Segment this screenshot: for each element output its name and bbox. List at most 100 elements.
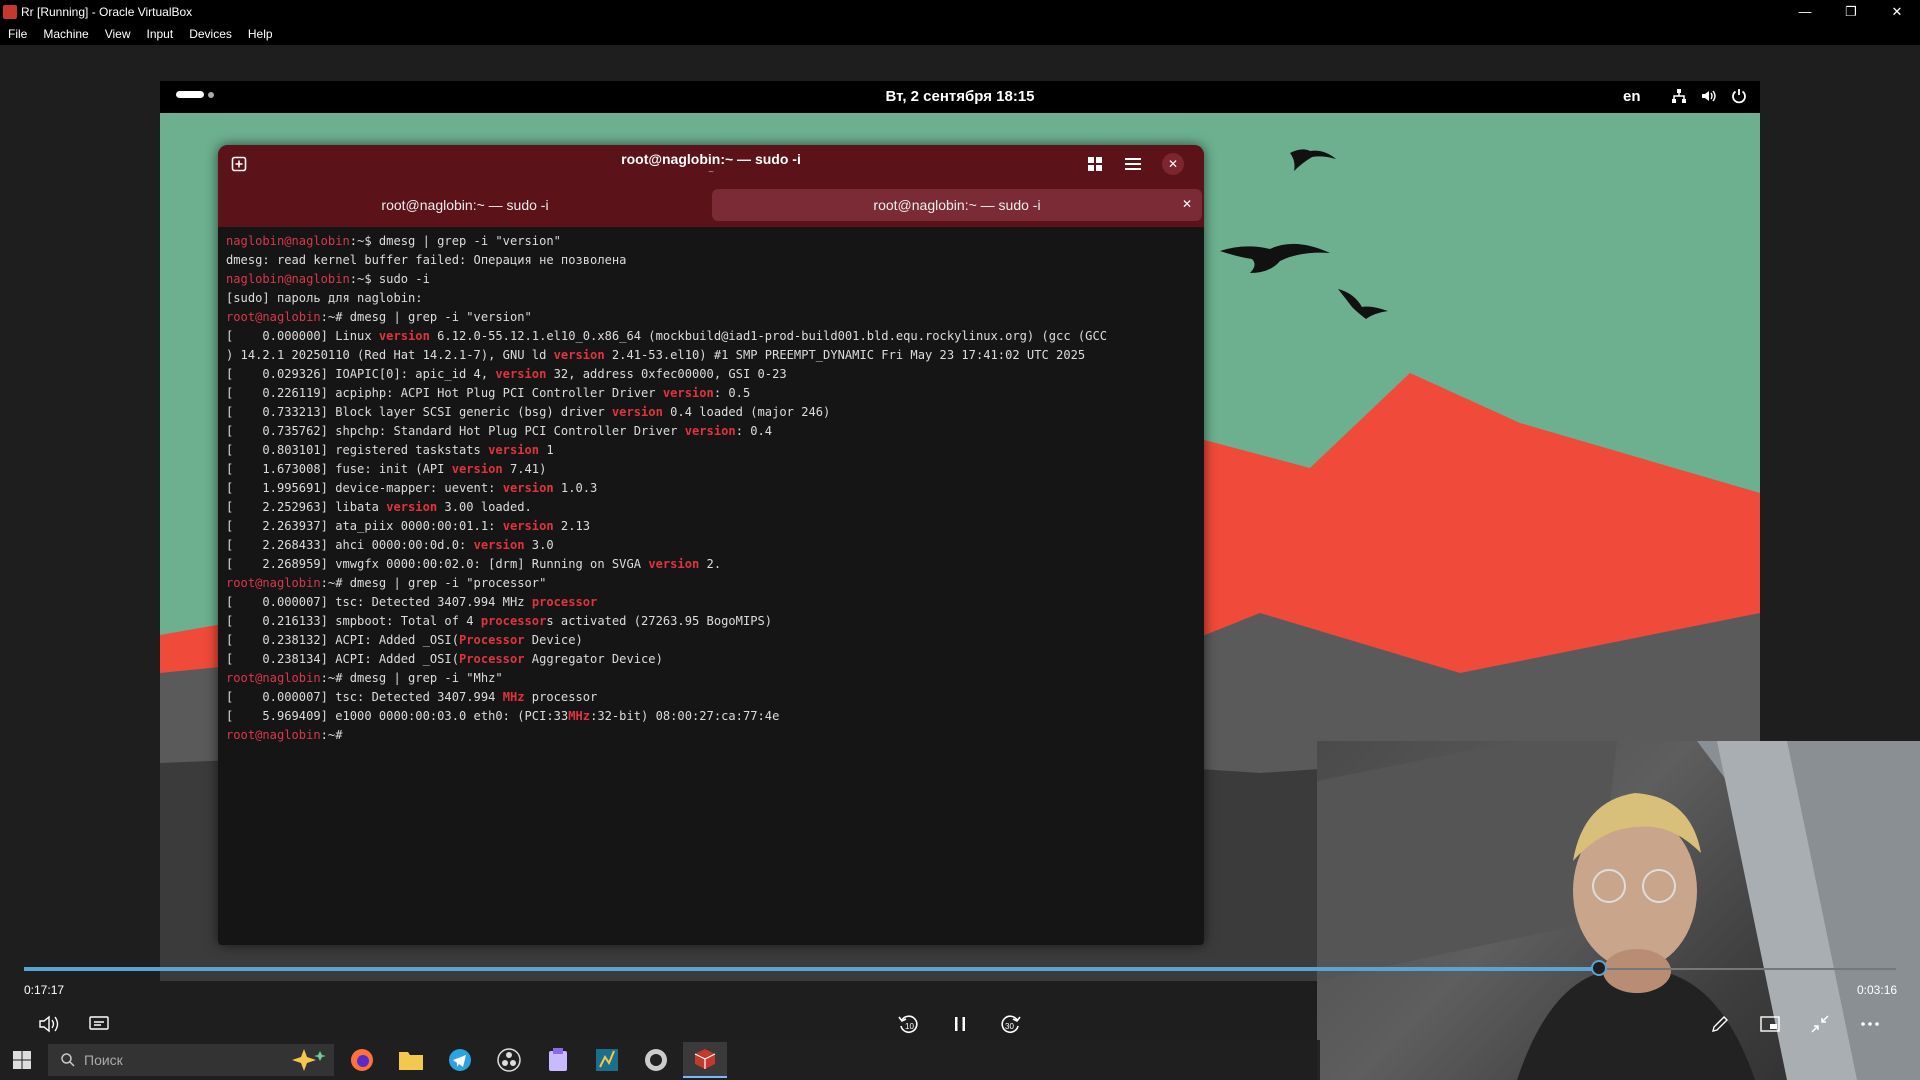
grep-match: MHz	[568, 709, 591, 723]
terminal-text: 3.00 loaded.	[437, 500, 532, 514]
taskbar-obs[interactable]	[487, 1042, 531, 1078]
taskbar-file-explorer[interactable]	[389, 1042, 433, 1078]
grep-match: version	[553, 348, 605, 362]
terminal-text: 3.0	[524, 538, 554, 552]
shell-prompt: root@naglobin	[226, 728, 321, 742]
keyboard-layout-indicator[interactable]: en	[1623, 88, 1641, 105]
terminal-text: [sudo] пароль для naglobin:	[226, 291, 423, 305]
forward-30-button[interactable]: 30	[993, 1007, 1027, 1041]
rewind-10-button[interactable]: 10	[892, 1007, 926, 1041]
volume-icon	[39, 1015, 59, 1033]
menu-input[interactable]: Input	[139, 23, 182, 45]
menu-view[interactable]: View	[97, 23, 139, 45]
terminal-line: [ 0.803101] registered taskstats version…	[226, 441, 1196, 460]
terminal-line: [ 1.995691] device-mapper: uevent: versi…	[226, 479, 1196, 498]
close-tab-icon[interactable]: ✕	[1182, 197, 1192, 211]
pause-button[interactable]	[943, 1007, 977, 1041]
subtitles-button[interactable]	[82, 1007, 116, 1041]
menu-help[interactable]: Help	[240, 23, 281, 45]
close-terminal-button[interactable]: ✕	[1162, 153, 1184, 175]
menu-machine[interactable]: Machine	[35, 23, 96, 45]
terminal-text: processor	[524, 690, 598, 704]
system-menu[interactable]	[1670, 87, 1748, 105]
start-button[interactable]	[10, 1048, 34, 1072]
taskbar-virtualbox[interactable]	[683, 1042, 727, 1078]
terminal-text: Aggregator Device)	[524, 652, 663, 666]
terminal-text: Device)	[524, 633, 583, 647]
terminal-output[interactable]: naglobin@naglobin:~$ dmesg | grep -i "ve…	[218, 227, 1204, 945]
terminal-subtitle: ~	[708, 167, 714, 178]
terminal-line: [ 0.733213] Block layer SCSI generic (bs…	[226, 403, 1196, 422]
search-highlight-icon	[292, 1049, 326, 1071]
taskbar-search[interactable]: Поиск	[48, 1044, 334, 1076]
exit-fullscreen-button[interactable]	[1803, 1007, 1837, 1041]
menu-devices[interactable]: Devices	[181, 23, 240, 45]
taskbar-app-7[interactable]	[634, 1042, 678, 1078]
telegram-icon	[449, 1049, 471, 1071]
taskbar-app-6[interactable]	[585, 1042, 629, 1078]
tab-label: root@naglobin:~ — sudo -i	[873, 197, 1041, 213]
terminal-text: : 0.4	[735, 424, 773, 438]
archive-app-icon	[549, 1048, 567, 1071]
terminal-text: :~$ sudo -i	[349, 272, 430, 286]
restore-button[interactable]: ❐	[1828, 0, 1874, 23]
search-icon	[61, 1053, 75, 1067]
terminal-text: [ 0.000007] tsc: Detected 3407.994 MHz	[226, 595, 532, 609]
picture-in-picture-icon	[1760, 1016, 1780, 1032]
taskbar-app-5[interactable]	[536, 1042, 580, 1078]
terminal-text: [ 0.029326] IOAPIC[0]: apic_id 4,	[226, 367, 496, 381]
svg-text:30: 30	[1005, 1022, 1014, 1031]
terminal-text: 2.	[699, 557, 722, 571]
terminal-line: [ 0.000007] tsc: Detected 3407.994 MHz p…	[226, 593, 1196, 612]
terminal-text: [ 5.969409] e1000 0000:00:03.0 eth0: (PC…	[226, 709, 569, 723]
mini-player-button[interactable]	[1753, 1007, 1787, 1041]
folder-icon	[399, 1052, 423, 1070]
terminal-line: naglobin@naglobin:~$ dmesg | grep -i "ve…	[226, 232, 1196, 251]
virtualbox-app-icon	[3, 4, 17, 19]
taskbar-firefox[interactable]	[340, 1042, 384, 1078]
minimize-button[interactable]: —	[1782, 0, 1828, 23]
grep-match: version	[378, 329, 430, 343]
menu-file[interactable]: File	[0, 23, 35, 45]
windows-taskbar: Поиск	[0, 1040, 1320, 1080]
terminal-text: 0.4 loaded (major 246)	[662, 405, 831, 419]
grep-match: processor	[480, 614, 547, 628]
terminal-text: 2.13	[553, 519, 591, 533]
terminal-line: [ 2.263937] ata_piix 0000:00:01.1: versi…	[226, 517, 1196, 536]
terminal-text: [ 0.238134] ACPI: Added _OSI(	[226, 652, 459, 666]
terminal-text: [ 0.226119] acpiphp: ACPI Hot Plug PCI C…	[226, 386, 663, 400]
taskbar-telegram[interactable]	[438, 1042, 482, 1078]
terminal-window[interactable]: root@naglobin:~ — sudo -i ~ ✕ root@naglo…	[218, 145, 1204, 945]
volume-button[interactable]	[32, 1007, 66, 1041]
clock[interactable]: Вт, 2 сентября 18:15	[160, 88, 1760, 105]
terminal-line: [ 2.268433] ahci 0000:00:0d.0: version 3…	[226, 536, 1196, 555]
terminal-line: ) 14.2.1 20250110 (Red Hat 14.2.1-7), GN…	[226, 346, 1196, 365]
terminal-text: [ 2.263937] ata_piix 0000:00:01.1:	[226, 519, 503, 533]
terminal-line: [ 0.000000] Linux version 6.12.0-55.12.1…	[226, 327, 1196, 346]
terminal-headerbar[interactable]: root@naglobin:~ — sudo -i ~ ✕	[218, 145, 1204, 183]
grep-match: MHz	[502, 690, 525, 704]
network-tool-icon	[596, 1049, 618, 1071]
edit-button[interactable]	[1703, 1007, 1737, 1041]
search-placeholder: Поиск	[84, 1052, 123, 1068]
terminal-text: :32-bit) 08:00:27:ca:77:4e	[590, 709, 780, 723]
terminal-text: [ 0.735762] shpchp: Standard Hot Plug PC…	[226, 424, 685, 438]
grep-match: Processor	[459, 652, 525, 666]
terminal-tabbar: root@naglobin:~ — sudo -i root@naglobin:…	[218, 183, 1204, 227]
close-window-button[interactable]: ✕	[1874, 0, 1920, 23]
tab-overview-icon[interactable]	[1086, 155, 1104, 173]
subtitles-icon	[89, 1016, 109, 1030]
terminal-text: [ 0.803101] registered taskstats	[226, 443, 489, 457]
terminal-tab-active[interactable]: root@naglobin:~ — sudo -i ✕	[712, 189, 1202, 221]
grep-match: version	[451, 462, 503, 476]
hamburger-menu-icon[interactable]	[1124, 155, 1142, 173]
terminal-tab[interactable]: root@naglobin:~ — sudo -i	[220, 189, 710, 221]
virtualbox-icon	[694, 1049, 716, 1069]
terminal-text: [ 2.252963] libata	[226, 500, 387, 514]
terminal-text: [ 0.216133] smpboot: Total of 4	[226, 614, 481, 628]
obs-icon	[497, 1048, 521, 1072]
grep-match: version	[648, 557, 700, 571]
terminal-line: [ 0.029326] IOAPIC[0]: apic_id 4, versio…	[226, 365, 1196, 384]
seek-bar-thumb[interactable]	[1591, 960, 1607, 976]
more-options-button[interactable]	[1853, 1007, 1887, 1041]
